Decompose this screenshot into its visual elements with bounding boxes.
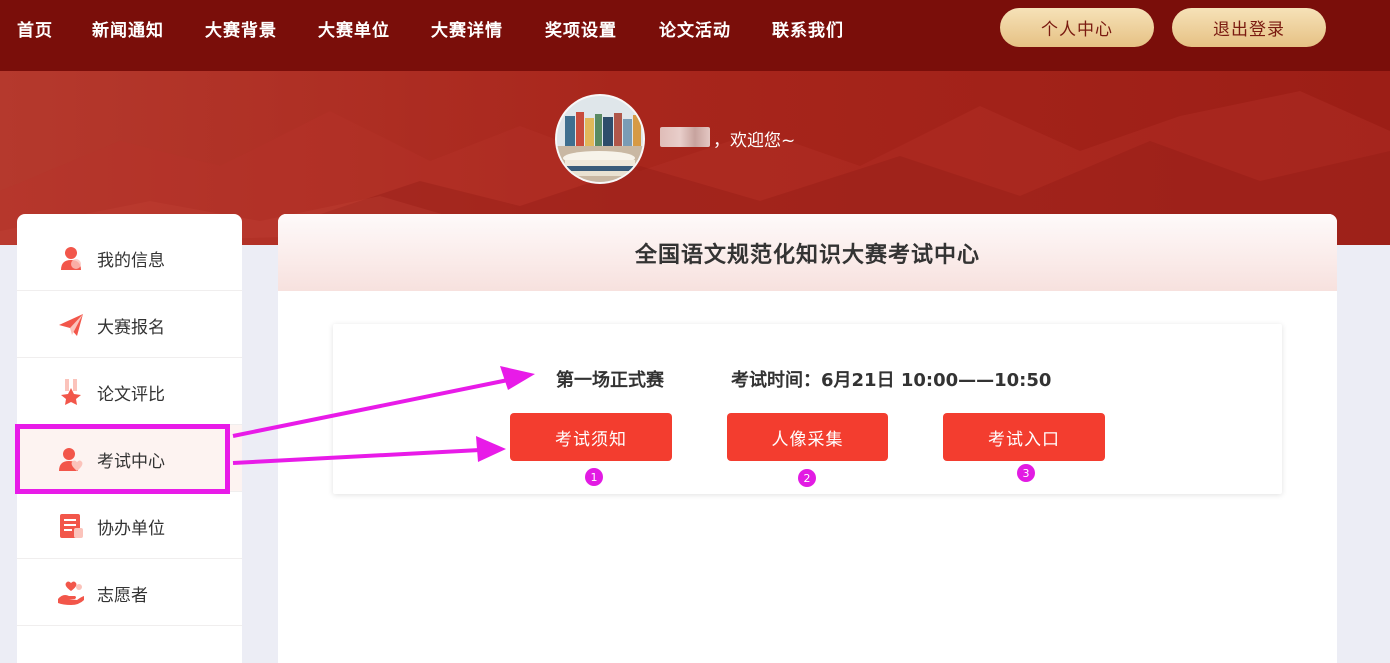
hand-heart-icon bbox=[58, 581, 84, 605]
nav-background[interactable]: 大赛背景 bbox=[205, 16, 277, 41]
sidebar-item-volunteers[interactable]: 志愿者 bbox=[17, 559, 242, 626]
sidebar-item-registration[interactable]: 大赛报名 bbox=[17, 291, 242, 358]
personal-center-button[interactable]: 个人中心 bbox=[1000, 8, 1154, 47]
page-title: 全国语文规范化知识大赛考试中心 bbox=[634, 242, 980, 268]
logout-button[interactable]: 退出登录 bbox=[1172, 8, 1326, 47]
exam-time: 考试时间：6月21日 10:00——10:50 bbox=[731, 370, 1052, 391]
sidebar-item-label: 我的信息 bbox=[97, 251, 165, 271]
top-navigation: 首页 新闻通知 大赛背景 大赛单位 大赛详情 奖项设置 论文活动 联系我们 个人… bbox=[0, 0, 1390, 71]
nav-papers[interactable]: 论文活动 bbox=[659, 16, 731, 41]
user-icon bbox=[61, 247, 81, 270]
step-badge-1: 1 bbox=[585, 468, 603, 486]
nav-details[interactable]: 大赛详情 bbox=[431, 16, 503, 41]
step-badge-3: 3 bbox=[1017, 464, 1035, 482]
main-header: 全国语文规范化知识大赛考试中心 bbox=[278, 214, 1337, 291]
sidebar-item-label: 志愿者 bbox=[97, 586, 148, 606]
paper-plane-icon bbox=[59, 314, 83, 336]
nav-news[interactable]: 新闻通知 bbox=[92, 16, 164, 41]
welcome-text: ，欢迎您~ bbox=[713, 131, 796, 151]
nav-home[interactable]: 首页 bbox=[17, 16, 53, 41]
face-capture-button[interactable]: 人像采集 bbox=[727, 413, 888, 461]
medal-icon bbox=[61, 379, 81, 405]
sidebar-item-label: 论文评比 bbox=[97, 385, 165, 405]
exam-round-name: 第一场正式赛 bbox=[556, 370, 664, 391]
annotation-highlight-box bbox=[15, 424, 230, 494]
books-avatar-image bbox=[557, 96, 643, 182]
nav-contact[interactable]: 联系我们 bbox=[772, 16, 844, 41]
sidebar-item-label: 协办单位 bbox=[97, 519, 165, 539]
sidebar-item-my-info[interactable]: 我的信息 bbox=[17, 224, 242, 291]
sidebar-item-paper-review[interactable]: 论文评比 bbox=[17, 358, 242, 425]
exam-entry-button[interactable]: 考试入口 bbox=[943, 413, 1105, 461]
nav-organizers[interactable]: 大赛单位 bbox=[318, 16, 390, 41]
exam-notice-button[interactable]: 考试须知 bbox=[510, 413, 672, 461]
username-blurred bbox=[660, 127, 710, 147]
sidebar-item-co-organizers[interactable]: 协办单位 bbox=[17, 492, 242, 559]
step-badge-2: 2 bbox=[798, 469, 816, 487]
sidebar-item-label: 大赛报名 bbox=[97, 318, 165, 338]
document-list-icon bbox=[60, 514, 83, 538]
avatar[interactable] bbox=[555, 94, 645, 184]
nav-awards[interactable]: 奖项设置 bbox=[545, 16, 617, 41]
